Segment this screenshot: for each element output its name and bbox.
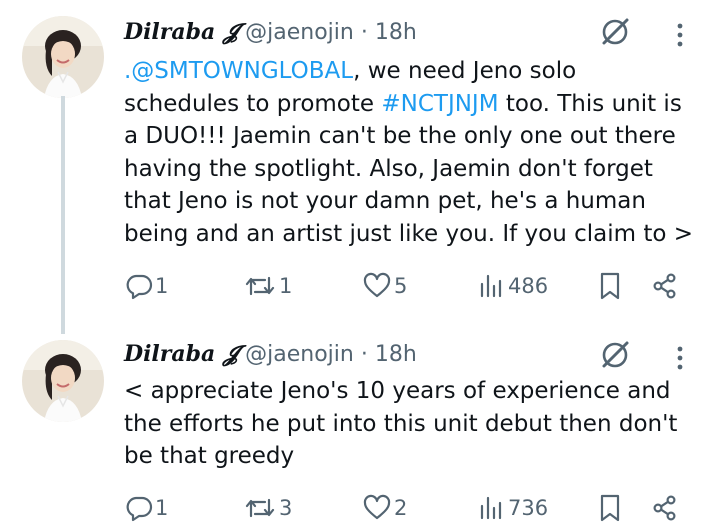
avatar-photo: [22, 16, 104, 98]
views-button[interactable]: 486: [478, 266, 548, 306]
repost-count: 1: [279, 274, 293, 298]
author-name[interactable]: Dilraba 𝓙: [124, 341, 238, 367]
reply-bubble-icon: [126, 274, 153, 300]
tweet[interactable]: Dilraba 𝓙 @jaenojin · 18h .@SMTOWNGLOBAL…: [0, 0, 720, 334]
separator-dot: ·: [360, 342, 368, 367]
share-button[interactable]: [651, 266, 679, 306]
repost-button[interactable]: 3: [243, 488, 292, 528]
like-button[interactable]: 2: [362, 488, 407, 528]
repost-button[interactable]: 1: [243, 266, 292, 306]
repost-arrows-icon: [245, 276, 275, 296]
bookmark-icon: [600, 494, 620, 522]
separator-dot: ·: [360, 20, 368, 45]
bookmark-button[interactable]: [597, 266, 623, 306]
tweet-header: Dilraba 𝓙 @jaenojin · 18h: [124, 339, 417, 369]
reply-button[interactable]: 1: [125, 488, 168, 528]
avatar-photo: [22, 340, 104, 422]
tweet-text: .@SMTOWNGLOBAL, we need Jeno solo schedu…: [124, 55, 694, 250]
hashtag-link[interactable]: #NCTJNJM: [381, 91, 498, 117]
heart-icon: [363, 494, 391, 520]
grok-slash-icon[interactable]: [598, 15, 632, 49]
share-nodes-icon: [653, 495, 676, 521]
like-count: 2: [394, 496, 408, 520]
more-vertical-icon[interactable]: [672, 18, 688, 52]
like-button[interactable]: 5: [362, 266, 407, 306]
repost-arrows-icon: [245, 498, 275, 518]
tweet-actions: 1 3 2 736: [0, 488, 720, 528]
author-handle[interactable]: @jaenojin: [245, 342, 354, 367]
views-bars-icon: [480, 274, 502, 298]
tweet[interactable]: Dilraba 𝓙 @jaenojin · 18h < appreciate J…: [0, 330, 720, 532]
tweet-text: < appreciate Jeno's 10 years of experien…: [124, 378, 678, 469]
grok-slash-icon[interactable]: [598, 338, 632, 372]
bookmark-icon: [600, 272, 620, 300]
author-handle[interactable]: @jaenojin: [245, 20, 354, 45]
bookmark-button[interactable]: [597, 488, 623, 528]
reply-count: 1: [155, 496, 169, 520]
author-name[interactable]: Dilraba 𝓙: [124, 19, 238, 45]
heart-icon: [363, 272, 391, 298]
reply-button[interactable]: 1: [125, 266, 168, 306]
views-button[interactable]: 736: [478, 488, 548, 528]
repost-count: 3: [279, 496, 293, 520]
share-nodes-icon: [653, 273, 676, 299]
timestamp[interactable]: 18h: [375, 20, 417, 45]
avatar[interactable]: [22, 16, 104, 98]
timestamp[interactable]: 18h: [375, 342, 417, 367]
reply-bubble-icon: [126, 496, 153, 522]
tweet-header: Dilraba 𝓙 @jaenojin · 18h: [124, 17, 417, 47]
mention-link[interactable]: .@SMTOWNGLOBAL: [124, 58, 353, 84]
more-vertical-icon[interactable]: [672, 341, 688, 375]
views-bars-icon: [480, 496, 502, 520]
avatar[interactable]: [22, 340, 104, 422]
like-count: 5: [394, 274, 408, 298]
view-count: 736: [508, 496, 549, 520]
share-button[interactable]: [651, 488, 679, 528]
reply-count: 1: [155, 274, 169, 298]
tweet-actions: 1 1 5 486: [0, 266, 720, 306]
view-count: 486: [508, 274, 549, 298]
